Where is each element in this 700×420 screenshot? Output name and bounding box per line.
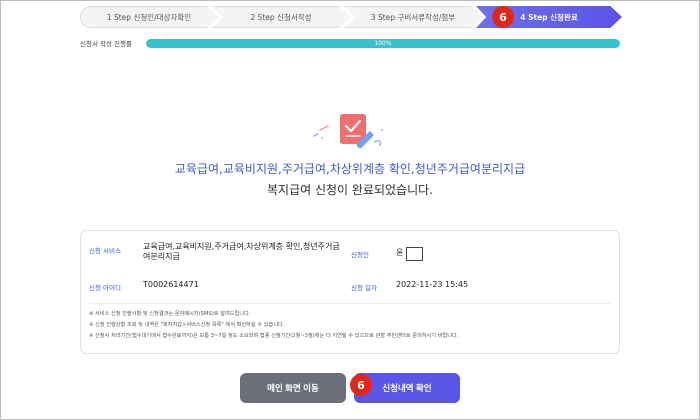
step-indicator: 1 Step 신청인/대상자확인 2 Step 신청서작성 3 Step 구비서… [80,6,622,28]
step-marker-badge: 6 [492,6,514,28]
progress-bar: 100% [146,39,620,48]
step-1-label: 1 Step 신청인/대상자확인 [106,12,192,22]
applicant-value: 윤 [396,248,404,257]
service-label: 신청 서비스 [89,247,121,255]
applicant-name-mask [406,247,423,261]
step-3-label: 3 Step 구비서류작성/첨부 [370,12,456,22]
notice-item: ※ 서비스 신청 진행사항 및 신청결과는 문자메시지(SMS)로 알려드립니다… [89,311,251,317]
service-value-line-1: 교육급여,교육비지원,주거급여,차상위계층 확인,청년주거급 [143,242,340,251]
button-marker-badge: 6 [350,374,372,396]
applicant-label: 신청인 [351,251,369,259]
divider [89,303,611,304]
date-label: 신청 일자 [351,284,377,292]
id-value: T0002614471 [143,280,199,289]
service-value-line-2: 여분리지급 [143,252,180,261]
step-2: 2 Step 신청서작성 [212,6,350,28]
application-summary: 신청 서비스 교육급여,교육비지원,주거급여,차상위계층 확인,청년주거급 여분… [80,230,620,354]
step-3: 3 Step 구비서류작성/첨부 [344,6,482,28]
completion-services: 교육급여,교육비지원,주거급여,차상위계층 확인,청년주거급여분리지급 [174,162,526,176]
completion-message: 복지급여 신청이 완료되었습니다. [266,183,433,197]
step-2-label: 2 Step 신청서작성 [250,12,312,22]
notice-list: ※ 서비스 신청 진행사항 및 신청결과는 문자메시지(SMS)로 알려드립니다… [89,309,609,342]
page-frame [0,0,700,420]
service-value: 교육급여,교육비지원,주거급여,차상위계층 확인,청년주거급 여분리지급 [143,242,353,262]
go-to-main-button[interactable]: 메인 화면 이동 [240,373,346,403]
id-label: 신청 아이디 [89,284,121,292]
notice-item: ※ 신청 진행상황 조회 및 내역은 "복지지갑>서비스신청 목록" 에서 확인… [89,322,285,328]
progress-label: 신청서 작성 진행률 [80,40,132,48]
step-4-label: 4 Step 신청완료 [520,12,578,22]
date-value: 2022-11-23 15:45 [396,280,469,289]
step-1: 1 Step 신청인/대상자확인 [80,6,218,28]
progress-percent: 100% [374,40,392,47]
notice-item: ※ 신청서 처리기간(접수대기에서 접수완료까지)은 보통 3~7일 정도 소요… [89,333,459,339]
sparkle-icon [313,125,329,139]
application-complete-illustration [313,114,383,149]
